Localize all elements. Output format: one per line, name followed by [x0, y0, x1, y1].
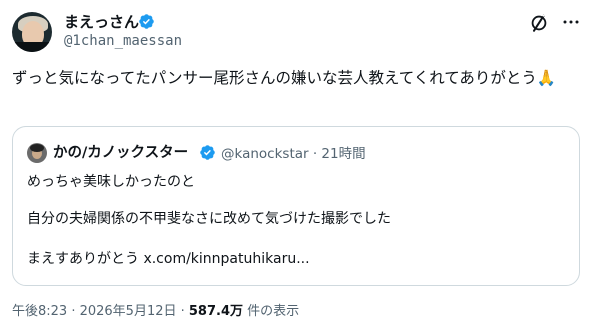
verified-badge-icon — [200, 145, 215, 160]
grok-icon[interactable] — [528, 12, 550, 34]
quoted-tweet[interactable]: かの/カノックスター @kanockstar · 21時間 めっちゃ美味しかった… — [12, 126, 580, 286]
verified-badge-icon — [139, 14, 154, 29]
quoted-text-line: めっちゃ美味しかったのと — [27, 174, 195, 190]
quoted-author-name[interactable]: かの/カノックスター — [53, 143, 188, 163]
view-count: 587.4万 — [188, 304, 244, 319]
tweet-footer: 午後8:23 · 2026年5月12日 · 587.4万 件の表示 — [12, 303, 299, 321]
author-name[interactable]: まえっさん — [64, 12, 139, 32]
quoted-text-line: 自分の夫婦関係の不甲斐なさに改めて気づけた撮影でした — [27, 211, 391, 227]
author-avatar[interactable] — [12, 12, 52, 52]
author-handle[interactable]: @1chan_maessan — [64, 32, 182, 50]
more-icon[interactable] — [562, 13, 580, 31]
view-count-label: 件の表示 — [243, 304, 300, 319]
quoted-author-avatar[interactable] — [27, 143, 47, 163]
quoted-text-line: まえすありがとう x.com/kinnpatuhikaru... — [27, 251, 310, 267]
tweet-text: ずっと気になってたパンサー尾形さんの嫌いな芸人教えてくれてありがとう🙏 — [12, 69, 557, 87]
quoted-author-meta[interactable]: @kanockstar · 21時間 — [221, 144, 366, 164]
timestamp[interactable]: 午後8:23 · 2026年5月12日 · — [12, 304, 189, 319]
